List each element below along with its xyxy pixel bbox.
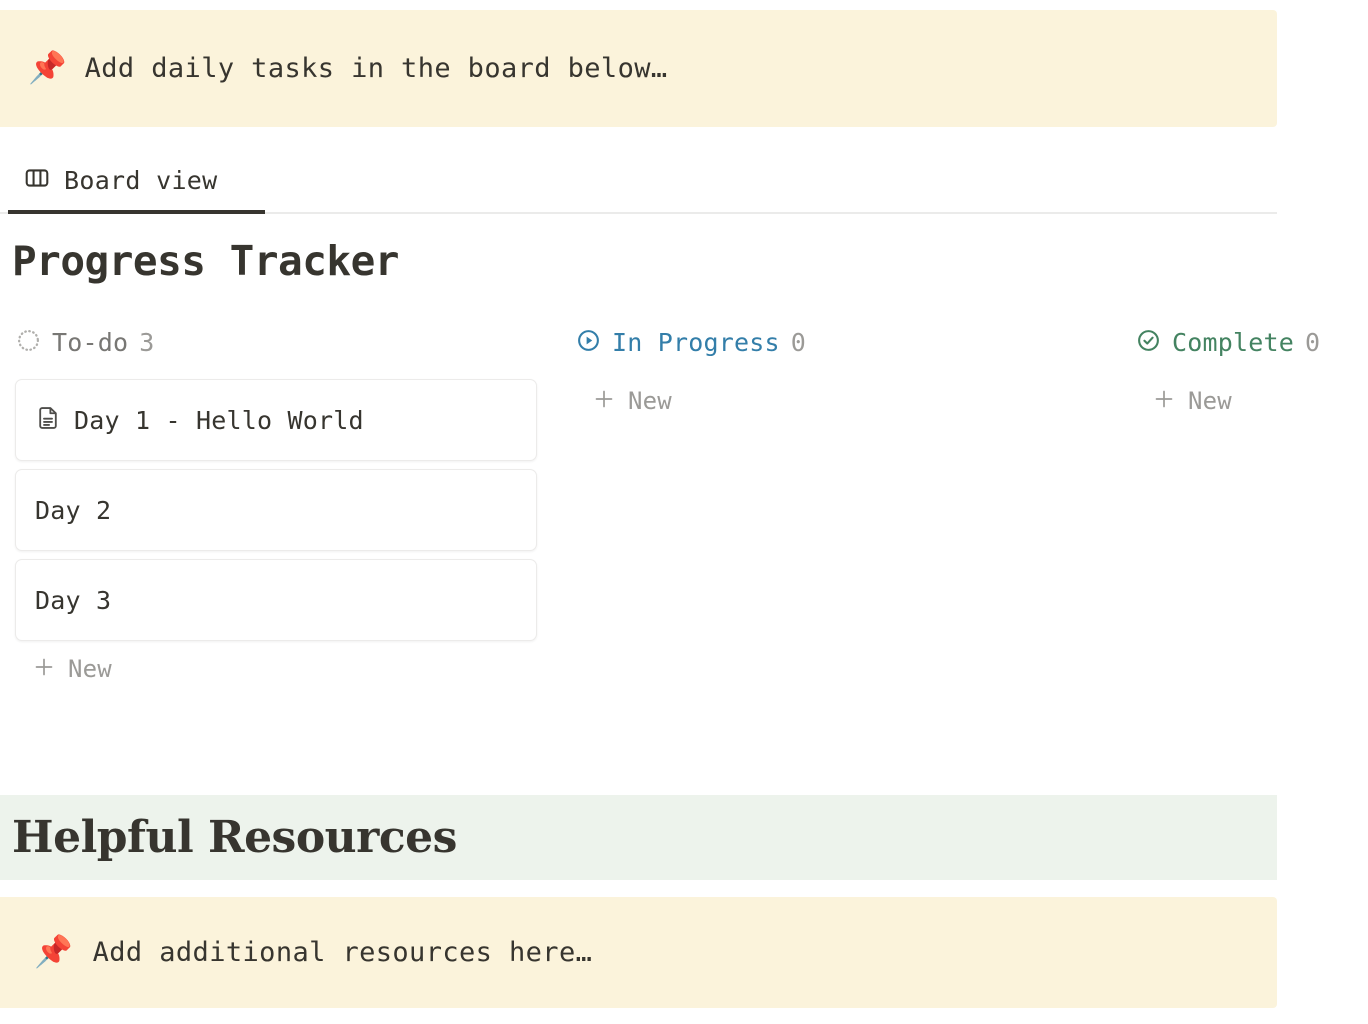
tab-board-view-label: Board view bbox=[64, 165, 218, 195]
plus-icon bbox=[592, 387, 616, 415]
column-count-in-progress: 0 bbox=[790, 327, 806, 357]
board-column-in-progress: In Progress 0 New bbox=[575, 325, 1115, 421]
bottom-callout-text: Add additional resources here… bbox=[92, 937, 593, 968]
column-count-todo: 3 bbox=[139, 327, 155, 357]
board-column-todo: To-do 3 Day 1 - Hello World Day 2 Day 3 … bbox=[15, 325, 555, 689]
column-header-in-progress[interactable]: In Progress 0 bbox=[575, 325, 1115, 359]
board-card-title: Day 1 - Hello World bbox=[74, 405, 364, 435]
board-card[interactable]: Day 3 bbox=[15, 559, 537, 641]
tab-board-view[interactable]: Board view bbox=[8, 146, 265, 214]
column-name-complete: Complete bbox=[1172, 327, 1295, 357]
top-callout-text: Add daily tasks in the board below… bbox=[84, 53, 668, 84]
board: To-do 3 Day 1 - Hello World Day 2 Day 3 … bbox=[0, 325, 1368, 745]
new-card-button-in-progress[interactable]: New bbox=[575, 381, 1115, 421]
pushpin-emoji: 📌 bbox=[34, 934, 73, 970]
board-card-title: Day 3 bbox=[35, 585, 112, 615]
plus-icon bbox=[1152, 387, 1176, 415]
column-cards-todo: Day 1 - Hello World Day 2 Day 3 bbox=[15, 379, 555, 641]
column-name-in-progress: In Progress bbox=[612, 327, 780, 357]
new-card-label: New bbox=[68, 655, 112, 683]
board-view-icon bbox=[24, 165, 50, 195]
page-title: Progress Tracker bbox=[12, 237, 399, 285]
new-card-label: New bbox=[628, 387, 672, 415]
board-card-title: Day 2 bbox=[35, 495, 112, 525]
new-card-button-todo[interactable]: New bbox=[15, 649, 555, 689]
view-tabbar: Board view bbox=[0, 146, 1277, 214]
play-circle-icon bbox=[576, 328, 601, 357]
column-header-todo[interactable]: To-do 3 bbox=[15, 325, 555, 359]
section-title: Helpful Resources bbox=[12, 812, 457, 863]
board-column-complete: Complete 0 New bbox=[1135, 325, 1368, 421]
check-circle-icon bbox=[1136, 328, 1161, 357]
board-card[interactable]: Day 1 - Hello World bbox=[15, 379, 537, 461]
board-card[interactable]: Day 2 bbox=[15, 469, 537, 551]
column-name-todo: To-do bbox=[52, 327, 129, 357]
new-card-label: New bbox=[1188, 387, 1232, 415]
page-icon bbox=[35, 405, 61, 435]
column-count-complete: 0 bbox=[1305, 327, 1321, 357]
helpful-resources-section: Helpful Resources bbox=[0, 795, 1277, 880]
column-header-complete[interactable]: Complete 0 bbox=[1135, 325, 1368, 359]
top-callout[interactable]: 📌 Add daily tasks in the board below… bbox=[0, 10, 1277, 127]
bottom-callout[interactable]: 📌 Add additional resources here… bbox=[0, 897, 1277, 1008]
dotted-circle-icon bbox=[16, 328, 41, 357]
new-card-button-complete[interactable]: New bbox=[1135, 381, 1368, 421]
pushpin-emoji: 📌 bbox=[28, 50, 67, 86]
plus-icon bbox=[32, 655, 56, 683]
